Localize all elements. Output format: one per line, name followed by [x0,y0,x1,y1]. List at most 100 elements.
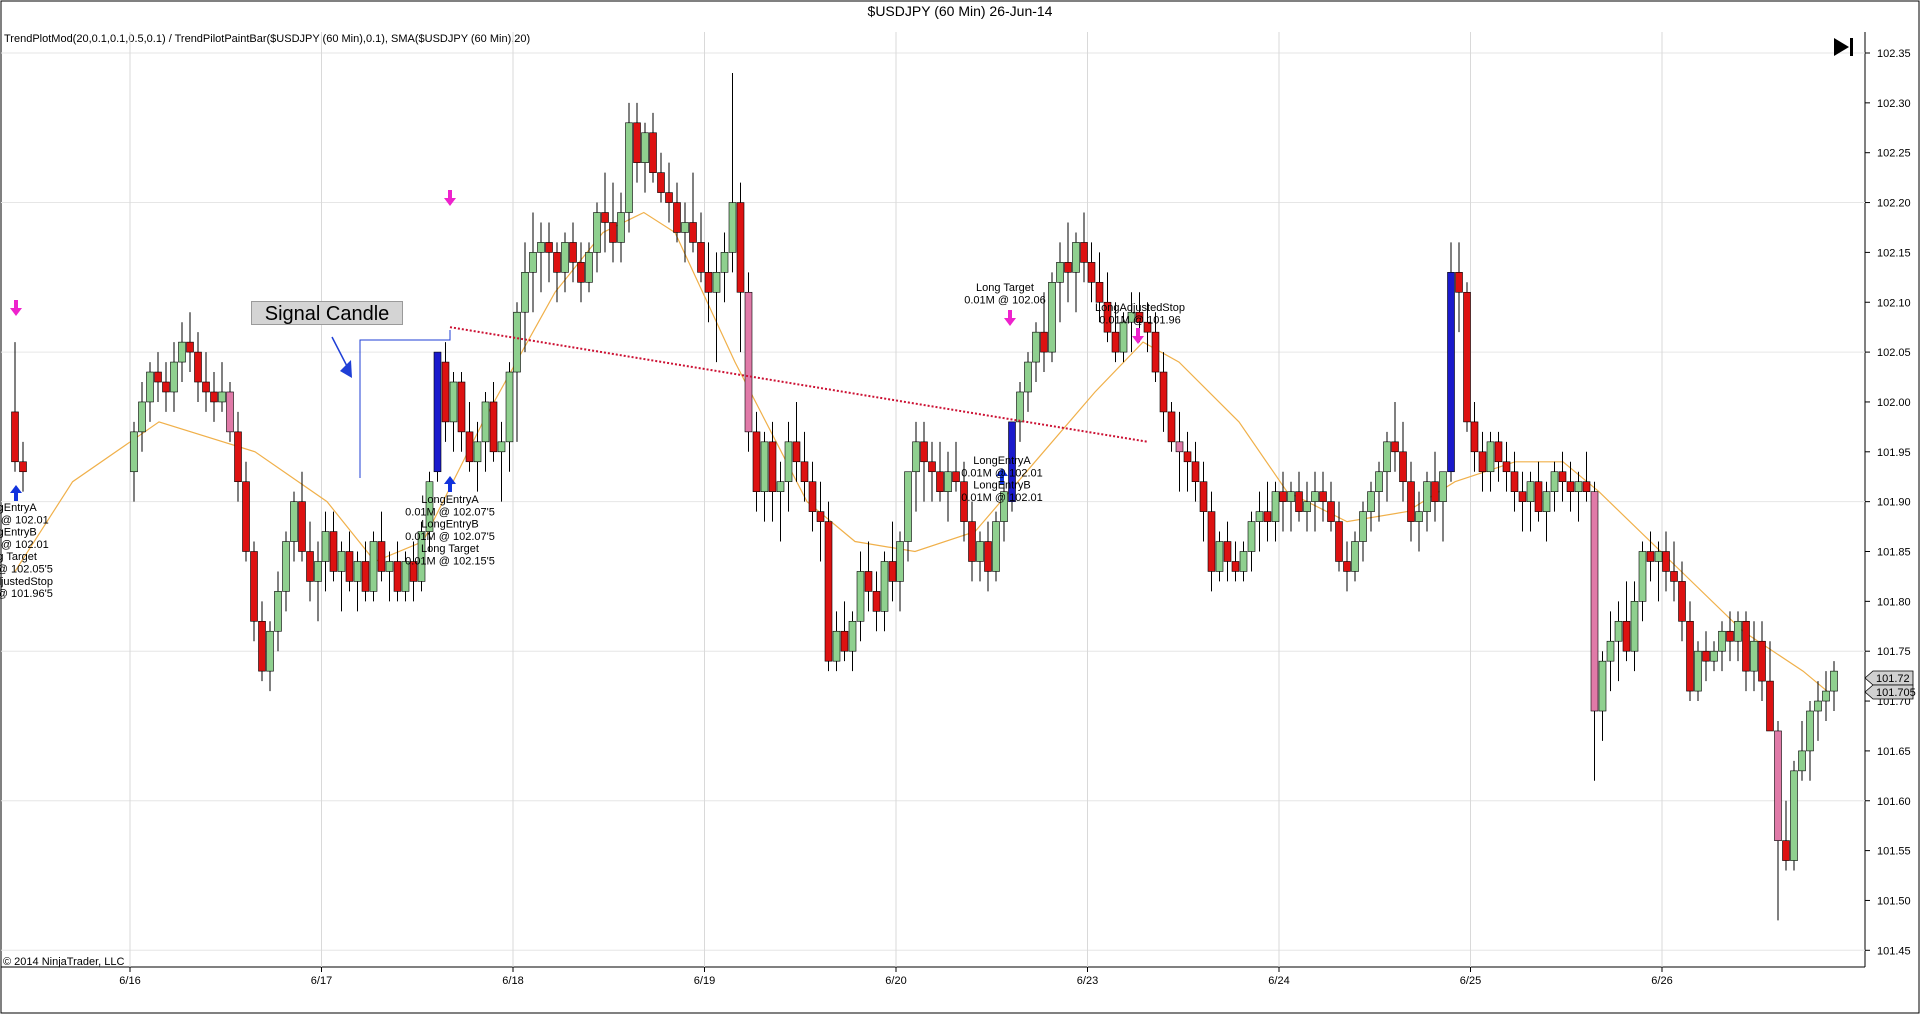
candle-body[interactable] [1750,640,1758,672]
candle-body[interactable] [1598,660,1607,712]
candle-body[interactable] [1064,262,1072,273]
candle-body[interactable] [1255,511,1264,522]
candle-body[interactable] [697,242,705,273]
candle-body[interactable] [1287,491,1295,502]
candle-body[interactable] [1806,710,1814,752]
candle-body[interactable] [19,461,27,473]
candle-body[interactable] [1670,571,1678,582]
candle-body[interactable] [194,351,202,383]
candle-body[interactable] [282,541,290,592]
candle-body[interactable] [1351,541,1359,572]
candle-body[interactable] [832,630,841,662]
candle-body[interactable] [904,471,912,542]
candle-body[interactable] [944,471,952,492]
candle-body[interactable] [1830,670,1838,692]
candle-body[interactable] [633,122,641,163]
candle-body[interactable] [146,371,154,403]
candle-body[interactable] [920,441,928,463]
candle-body[interactable] [1095,282,1104,303]
candle-body[interactable] [250,551,258,622]
candle-body[interactable] [856,571,865,622]
candle-body[interactable] [298,501,306,552]
candle-body[interactable] [1359,511,1367,542]
candle-body[interactable] [1247,521,1256,552]
candle-body[interactable] [130,431,138,473]
candle-body[interactable] [673,202,681,233]
candle-body[interactable] [329,531,338,572]
candle-body[interactable] [808,481,817,512]
candle-body[interactable] [489,401,498,453]
candle-body[interactable] [1447,272,1455,473]
candle-body[interactable] [824,521,833,662]
candle-body[interactable] [1726,630,1734,642]
candle-body[interactable] [984,541,992,572]
candle-body[interactable] [1279,491,1287,502]
candle-body[interactable] [1590,491,1599,712]
candle-body[interactable] [1375,471,1383,492]
candle-body[interactable] [337,551,346,572]
candle-body[interactable] [1502,461,1511,473]
candle-body[interactable] [1526,481,1535,502]
candle-body[interactable] [1510,471,1519,492]
candle-body[interactable] [154,371,162,383]
candle-body[interactable] [1734,620,1742,642]
candle-body[interactable] [728,202,737,253]
candle-body[interactable] [369,541,378,592]
candle-body[interactable] [720,252,729,273]
candle-body[interactable] [1718,630,1726,652]
candle-body[interactable] [928,461,936,473]
candle-body[interactable] [1646,551,1655,562]
candle-body[interactable] [1223,541,1232,562]
candle-body[interactable] [537,242,545,253]
candle-body[interactable] [1207,511,1216,572]
candle-body[interactable] [1024,361,1032,393]
candle-body[interactable] [321,531,330,562]
candle-body[interactable] [1542,491,1551,512]
candle-body[interactable] [1080,242,1088,263]
candle-body[interactable] [617,212,625,243]
candle-body[interactable] [1494,441,1503,463]
candle-body[interactable] [393,561,402,592]
candle-body[interactable] [353,561,362,582]
candle-body[interactable] [1311,491,1319,502]
candle-body[interactable] [736,202,745,293]
candle-body[interactable] [481,401,490,443]
candle-body[interactable] [266,630,274,672]
candle-body[interactable] [665,192,673,203]
candle-body[interactable] [968,521,976,562]
candle-body[interactable] [609,222,617,243]
candle-body[interactable] [1582,481,1591,492]
candle-body[interactable] [1048,282,1056,353]
candle-body[interactable] [1710,650,1718,662]
candle-body[interactable] [449,381,458,423]
candle-body[interactable] [880,561,889,612]
candle-body[interactable] [1439,471,1447,502]
candle-body[interactable] [170,361,178,393]
candle-body[interactable] [1463,291,1471,423]
candle-body[interactable] [345,551,354,582]
candle-body[interactable] [681,222,689,233]
candle-body[interactable] [210,391,218,403]
candle-body[interactable] [689,222,697,243]
candle-body[interactable] [1478,451,1487,473]
candle-body[interactable] [593,212,601,253]
candle-body[interactable] [529,252,537,273]
candle-body[interactable] [1239,551,1248,572]
candle-body[interactable] [768,441,777,492]
candle-body[interactable] [657,172,665,193]
candle-body[interactable] [1367,491,1375,512]
candle-body[interactable] [1534,481,1543,512]
candle-body[interactable] [1702,650,1710,662]
candle-body[interactable] [872,591,881,612]
candle-body[interactable] [1183,451,1192,463]
candle-body[interactable] [1654,551,1663,562]
candle-body[interactable] [1175,441,1184,453]
candle-body[interactable] [1415,511,1423,522]
candle-body[interactable] [242,481,250,552]
candle-body[interactable] [1518,491,1527,502]
candle-body[interactable] [1550,471,1559,492]
candle-body[interactable] [752,431,761,492]
candle-body[interactable] [290,501,298,542]
candle-body[interactable] [505,371,514,443]
candle-body[interactable] [314,561,322,582]
